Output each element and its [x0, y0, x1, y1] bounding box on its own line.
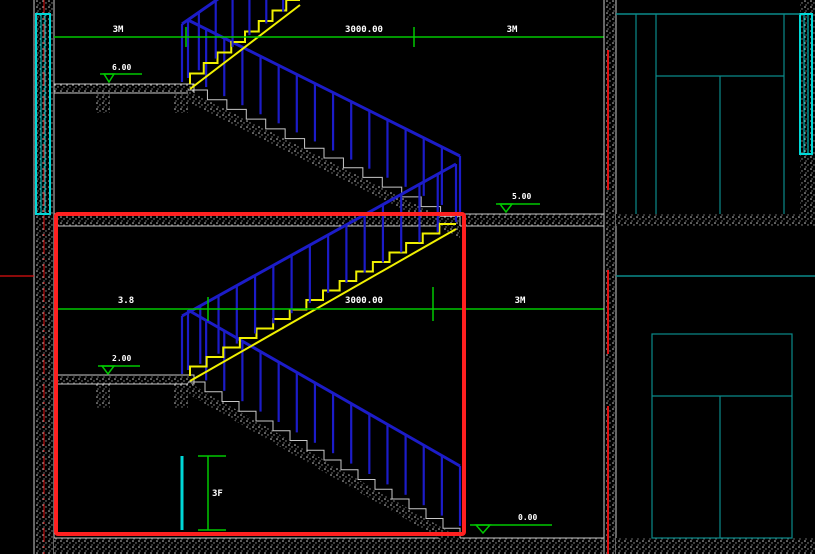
vertical-dimension: 3F: [180, 455, 226, 531]
right-wall: [603, 0, 617, 554]
level-marker-upper-floor: 5.00: [496, 192, 540, 214]
dim-text-upper-3: 3M: [507, 25, 518, 35]
dim-text-lower-1: 3.8: [118, 296, 134, 306]
lower-up-steps-line: [189, 228, 457, 382]
dimension-line-upper: 3M 3000.00 3M: [54, 25, 610, 47]
dimension-line-lower: 3.8 3000.00 3M: [54, 287, 610, 321]
level-marker-upper-landing: 6.00: [100, 63, 142, 84]
lower-down-flight-steps: [188, 381, 461, 538]
lower-up-steps: [189, 223, 456, 376]
right-room: [616, 0, 815, 554]
dim-text-lower-2: 3000.00: [345, 296, 383, 306]
lower-up-railing-handrail: [181, 162, 457, 318]
floor-slab-lower: [54, 537, 610, 554]
level-text-lower-landing: 2.00: [112, 354, 131, 363]
level-text-upper-floor: 5.00: [512, 192, 531, 201]
level-text-lower-floor: 0.00: [518, 513, 537, 522]
staircase-section-drawing: 3M 3000.00 3M 3.8 3000.00 3M 3F 6.00 5.0…: [0, 0, 815, 554]
upper-down-railing-handrail: [187, 18, 461, 158]
lower-down-railing-handrail: [187, 308, 461, 468]
dim-text-lower-3: 3M: [515, 296, 526, 306]
lower-down-flight-slab: [188, 382, 460, 550]
landing-upper: [53, 83, 195, 113]
landing-lower: [53, 374, 195, 408]
dim-text-upper-1: 3M: [113, 25, 124, 35]
level-text-upper-landing: 6.00: [112, 63, 131, 72]
stair-flights: [180, 0, 462, 550]
level-marker-lower-floor: 0.00: [470, 513, 552, 535]
level-marker-lower-landing: 2.00: [98, 354, 140, 376]
vertical-dim-text: 3F: [212, 489, 223, 499]
dim-text-upper-2: 3000.00: [345, 25, 383, 35]
